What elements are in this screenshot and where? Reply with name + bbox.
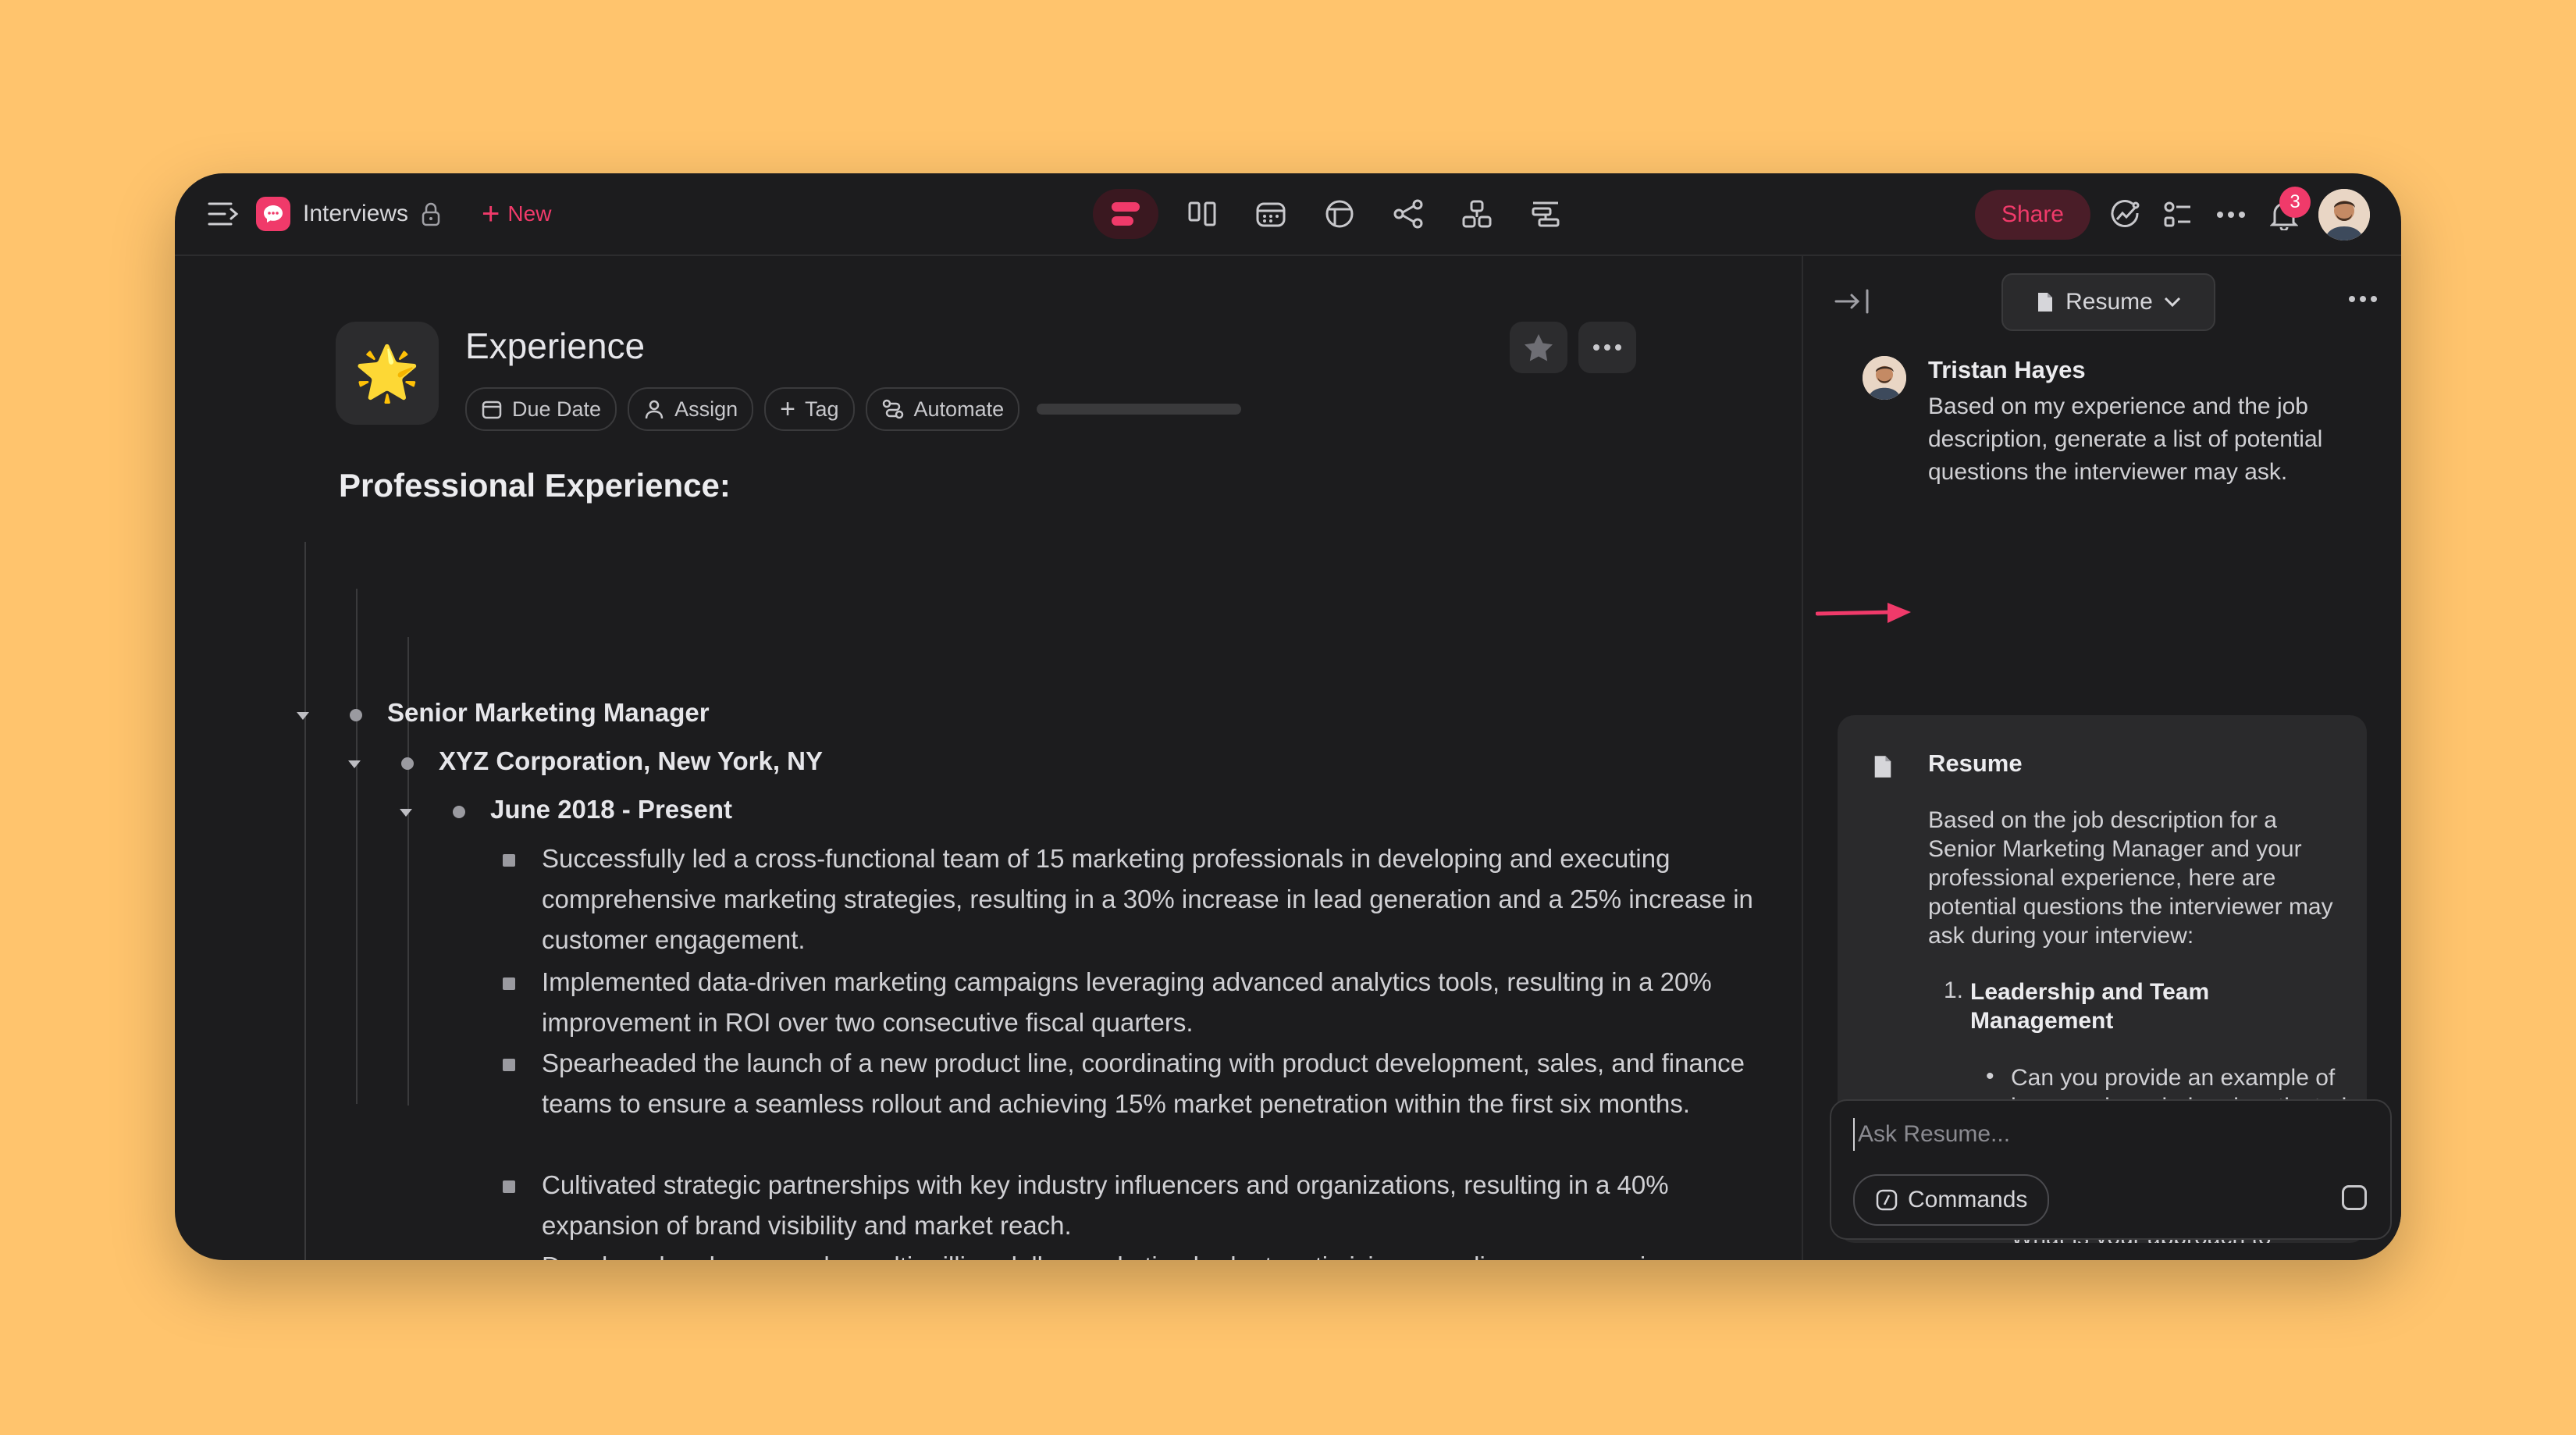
- automate-button[interactable]: Automate: [865, 387, 1020, 431]
- due-date-label: Due Date: [512, 397, 602, 421]
- collapse-caret[interactable]: [348, 760, 361, 768]
- list-item[interactable]: Successfully led a cross-functional team…: [542, 839, 1759, 960]
- tag-label: Tag: [804, 397, 839, 421]
- list-view-icon[interactable]: [1093, 189, 1158, 239]
- pointer-arrow-icon: [1816, 603, 1911, 623]
- assign-button[interactable]: Assign: [628, 387, 754, 431]
- ai-response-title: Resume: [1928, 750, 2023, 777]
- new-button-label: New: [507, 201, 552, 226]
- outline-dot: [453, 806, 465, 818]
- resume-dropdown-label: Resume: [2065, 289, 2153, 315]
- space-name[interactable]: Interviews: [303, 201, 408, 227]
- slash-command-icon: [1876, 1189, 1898, 1211]
- bullet-marker: [503, 1059, 515, 1071]
- favorite-button[interactable]: [1510, 322, 1567, 373]
- ai-response-heading: Leadership and Team Management: [1970, 979, 2210, 1034]
- bullet-marker: •: [1986, 1063, 1994, 1089]
- section-heading[interactable]: Professional Experience:: [339, 467, 731, 504]
- new-button[interactable]: + New: [482, 198, 551, 230]
- commands-label: Commands: [1908, 1187, 2028, 1212]
- bullet-marker: [503, 854, 515, 867]
- ai-response-intro: Based on the job description for a Senio…: [1928, 807, 2333, 949]
- page-title[interactable]: Experience: [465, 325, 645, 367]
- avatar: [1863, 356, 1906, 400]
- user-avatar[interactable]: [2318, 189, 2370, 240]
- user-message: Based on my experience and the job descr…: [1928, 393, 2323, 485]
- bullet-marker: [503, 977, 515, 990]
- panel-more-icon[interactable]: [2343, 287, 2382, 311]
- star-icon: [1525, 334, 1553, 361]
- outline-dot: [401, 757, 414, 770]
- doc-more-button[interactable]: [1578, 322, 1636, 373]
- app-window: Interviews + New Share 3 🌟 Experience Du…: [175, 173, 2401, 1260]
- sidebar-toggle-icon[interactable]: [206, 198, 240, 230]
- due-date-button[interactable]: Due Date: [465, 387, 617, 431]
- calendar-view-icon[interactable]: [1246, 189, 1296, 239]
- plus-icon: +: [482, 197, 500, 231]
- commands-button[interactable]: Commands: [1853, 1174, 2050, 1226]
- send-icon[interactable]: [2342, 1185, 2367, 1210]
- table-view-icon[interactable]: [1315, 189, 1364, 239]
- bell-icon[interactable]: 3: [2265, 187, 2311, 233]
- tag-button[interactable]: + Tag: [764, 387, 855, 431]
- lock-icon[interactable]: [421, 201, 444, 227]
- list-item[interactable]: Implemented data-driven marketing campai…: [542, 962, 1759, 1043]
- ask-input[interactable]: [1853, 1118, 2359, 1151]
- outline-dot: [350, 709, 362, 721]
- ask-box: Commands: [1830, 1099, 2392, 1240]
- outline-guide: [356, 589, 358, 1104]
- message-author: Tristan Hayes: [1928, 356, 2086, 383]
- more-icon[interactable]: [2212, 196, 2250, 233]
- document-area: 🌟 Experience Due Date Assign + Tag Autom…: [175, 256, 1800, 1260]
- assign-label: Assign: [674, 397, 738, 421]
- chevron-down-icon: [2164, 297, 2180, 308]
- notification-badge: 3: [2279, 187, 2311, 218]
- org-chart-icon[interactable]: [1452, 189, 1502, 239]
- top-bar: Interviews + New Share 3: [175, 173, 2401, 256]
- resume-dropdown[interactable]: Resume: [2001, 273, 2215, 331]
- filter-settings-icon[interactable]: [2159, 196, 2197, 233]
- analytics-icon[interactable]: [2106, 196, 2144, 233]
- automate-label: Automate: [913, 397, 1005, 421]
- outline-node-role[interactable]: Senior Marketing Manager: [387, 698, 710, 728]
- outline-node-period[interactable]: June 2018 - Present: [490, 795, 732, 824]
- document-icon: [2038, 293, 2053, 312]
- board-view-icon[interactable]: [1177, 189, 1227, 239]
- share-button[interactable]: Share: [1974, 190, 2090, 240]
- chat-bubble-icon: [256, 197, 290, 231]
- person-icon: [645, 400, 664, 419]
- doc-emoji-icon[interactable]: 🌟: [336, 322, 439, 425]
- plus-icon: +: [780, 394, 795, 424]
- bullet-marker: [503, 1180, 515, 1193]
- outline-node-company[interactable]: XYZ Corporation, New York, NY: [439, 746, 823, 776]
- collapse-caret[interactable]: [297, 712, 309, 720]
- list-item[interactable]: Spearheaded the launch of a new product …: [542, 1043, 1759, 1124]
- collapse-caret[interactable]: [400, 809, 412, 817]
- list-item[interactable]: Developed and managed a multi-million-do…: [542, 1246, 1759, 1260]
- calendar-icon: [482, 401, 502, 419]
- list-number: 1.: [1944, 977, 1964, 1003]
- progress-bar: [1037, 404, 1242, 415]
- view-switcher: [1093, 189, 1571, 239]
- collapse-panel-icon[interactable]: [1834, 286, 1873, 317]
- doc-actions: Due Date Assign + Tag Automate: [465, 387, 1242, 431]
- mind-map-icon[interactable]: [1383, 189, 1433, 239]
- document-icon: [1874, 756, 1891, 778]
- more-icon: [1593, 344, 1621, 351]
- outline-guide: [304, 542, 306, 1260]
- gantt-view-icon[interactable]: [1521, 189, 1571, 239]
- list-item[interactable]: Cultivated strategic partnerships with k…: [542, 1165, 1759, 1246]
- automation-icon: [882, 399, 903, 419]
